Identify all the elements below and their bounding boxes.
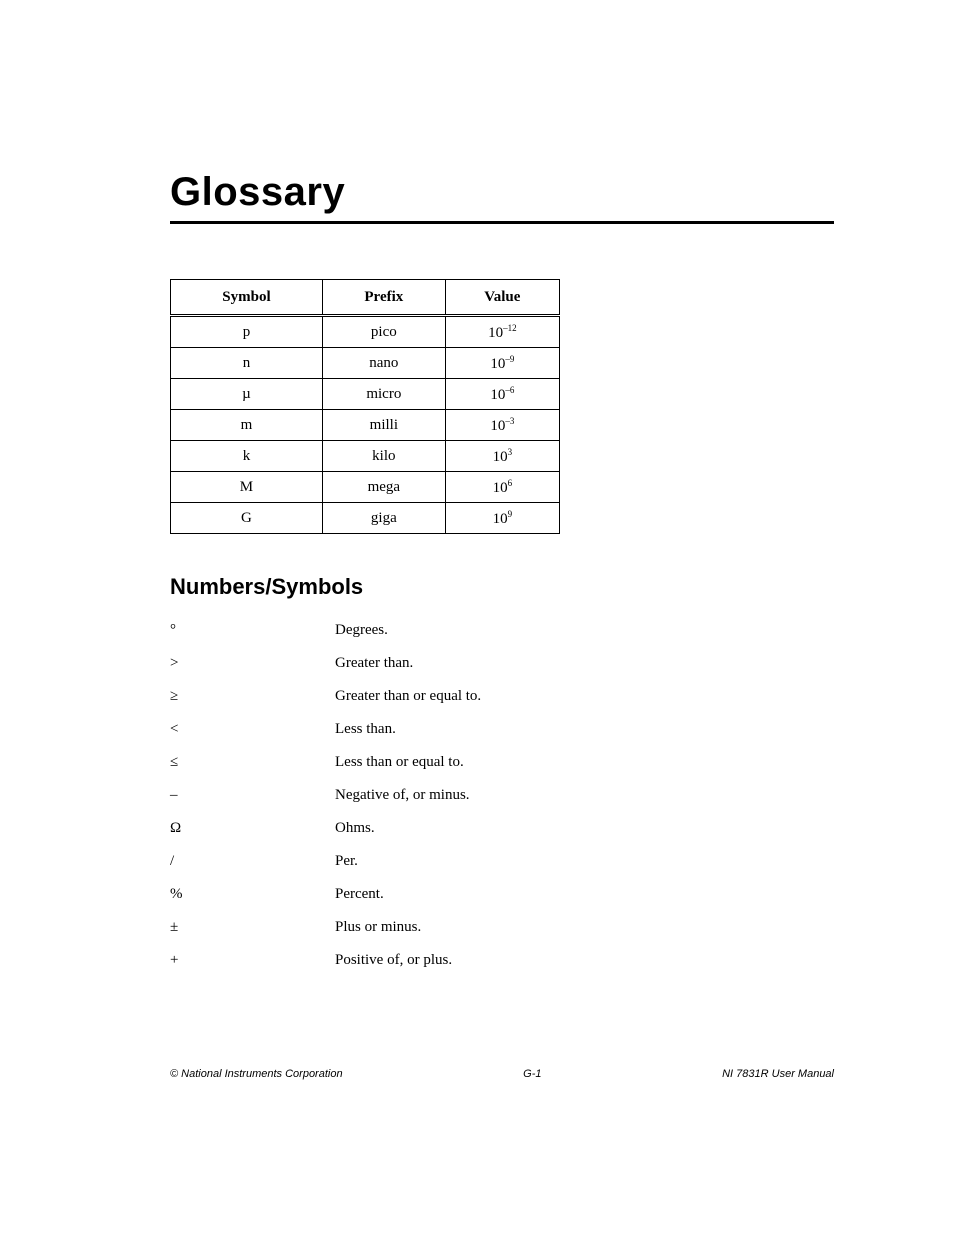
cell-value: 10–9 — [445, 348, 559, 379]
definition-symbol: ° — [170, 622, 335, 639]
table-row: Ggiga109 — [171, 503, 560, 534]
cell-value: 10–12 — [445, 316, 559, 348]
cell-prefix: kilo — [322, 441, 445, 472]
footer-page-number: G-1 — [523, 1068, 541, 1080]
definition-text: Negative of, or minus. — [335, 787, 834, 804]
footer-copyright: © National Instruments Corporation — [170, 1068, 343, 1080]
definitions-list: °Degrees.>Greater than.≥Greater than or … — [170, 622, 834, 969]
cell-value: 103 — [445, 441, 559, 472]
col-header-prefix: Prefix — [322, 280, 445, 316]
definition-text: Greater than. — [335, 655, 834, 672]
definition-symbol: > — [170, 655, 335, 672]
col-header-value: Value — [445, 280, 559, 316]
prefix-table: Symbol Prefix Value ppico10–12nnano10–9µ… — [170, 279, 560, 534]
cell-value: 109 — [445, 503, 559, 534]
cell-value: 10–6 — [445, 379, 559, 410]
page: Glossary Symbol Prefix Value ppico10–12n… — [0, 0, 954, 1235]
definition-row: ≥Greater than or equal to. — [170, 688, 834, 705]
definition-row: ΩOhms. — [170, 820, 834, 837]
definition-row: °Degrees. — [170, 622, 834, 639]
footer-manual-name: NI 7831R User Manual — [722, 1068, 834, 1080]
definition-row: %Percent. — [170, 886, 834, 903]
table-row: µmicro10–6 — [171, 379, 560, 410]
cell-symbol: m — [171, 410, 323, 441]
cell-symbol: µ — [171, 379, 323, 410]
cell-prefix: pico — [322, 316, 445, 348]
table-row: Mmega106 — [171, 472, 560, 503]
cell-prefix: giga — [322, 503, 445, 534]
definition-row: ±Plus or minus. — [170, 919, 834, 936]
definition-symbol: ≤ — [170, 754, 335, 771]
cell-symbol: k — [171, 441, 323, 472]
definition-text: Less than. — [335, 721, 834, 738]
definition-row: >Greater than. — [170, 655, 834, 672]
cell-prefix: micro — [322, 379, 445, 410]
cell-value: 106 — [445, 472, 559, 503]
definition-text: Percent. — [335, 886, 834, 903]
definition-text: Ohms. — [335, 820, 834, 837]
definition-row: <Less than. — [170, 721, 834, 738]
definition-text: Per. — [335, 853, 834, 870]
definition-symbol: % — [170, 886, 335, 903]
definition-text: Positive of, or plus. — [335, 952, 834, 969]
cell-prefix: mega — [322, 472, 445, 503]
definition-text: Degrees. — [335, 622, 834, 639]
section-heading: Numbers/Symbols — [170, 574, 834, 600]
cell-prefix: nano — [322, 348, 445, 379]
definition-symbol: < — [170, 721, 335, 738]
definition-symbol: ± — [170, 919, 335, 936]
definition-row: –Negative of, or minus. — [170, 787, 834, 804]
definition-symbol: Ω — [170, 820, 335, 837]
table-row: kkilo103 — [171, 441, 560, 472]
cell-value: 10–3 — [445, 410, 559, 441]
definition-symbol: – — [170, 787, 335, 804]
table-row: ppico10–12 — [171, 316, 560, 348]
cell-prefix: milli — [322, 410, 445, 441]
definition-text: Greater than or equal to. — [335, 688, 834, 705]
definition-row: /Per. — [170, 853, 834, 870]
cell-symbol: p — [171, 316, 323, 348]
title-rule — [170, 221, 834, 224]
table-row: nnano10–9 — [171, 348, 560, 379]
definition-row: +Positive of, or plus. — [170, 952, 834, 969]
col-header-symbol: Symbol — [171, 280, 323, 316]
cell-symbol: G — [171, 503, 323, 534]
definition-text: Plus or minus. — [335, 919, 834, 936]
table-row: mmilli10–3 — [171, 410, 560, 441]
definition-row: ≤Less than or equal to. — [170, 754, 834, 771]
definition-symbol: + — [170, 952, 335, 969]
cell-symbol: n — [171, 348, 323, 379]
definition-symbol: ≥ — [170, 688, 335, 705]
table-header-row: Symbol Prefix Value — [171, 280, 560, 316]
definition-symbol: / — [170, 853, 335, 870]
page-title: Glossary — [170, 170, 834, 215]
cell-symbol: M — [171, 472, 323, 503]
definition-text: Less than or equal to. — [335, 754, 834, 771]
page-footer: © National Instruments Corporation G-1 N… — [170, 1068, 834, 1080]
